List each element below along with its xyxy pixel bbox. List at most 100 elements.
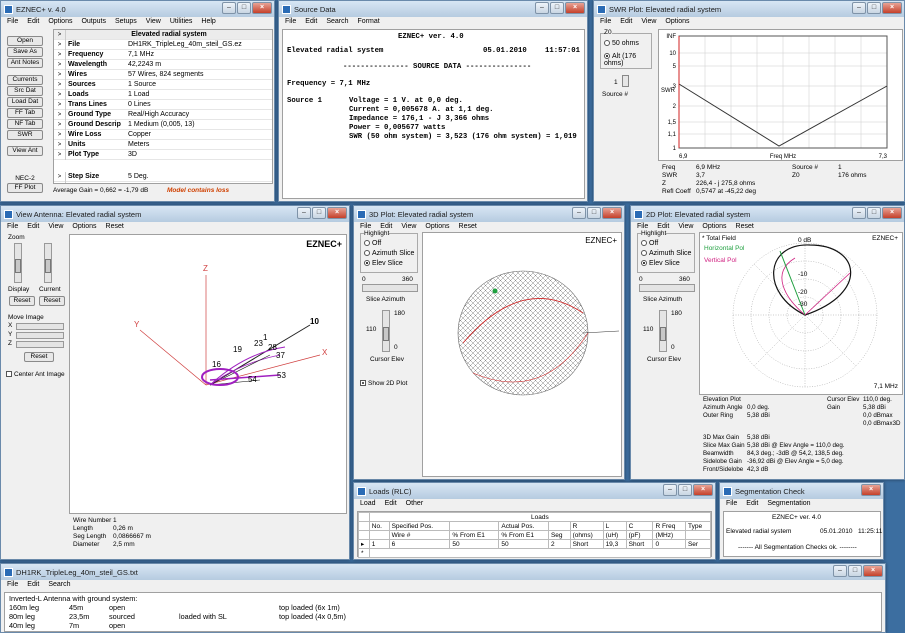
menu-view[interactable]: View	[678, 223, 693, 232]
close-button[interactable]: ×	[693, 484, 713, 496]
highlight-elev-option[interactable]: Elev Slice	[641, 260, 680, 267]
row-selector[interactable]: >	[54, 39, 66, 50]
loads-cell[interactable]: 2	[547, 539, 571, 549]
loads-cell[interactable]: 50	[498, 539, 549, 549]
nf-tab-button[interactable]: NF Tab	[7, 119, 43, 129]
slice-azimuth-slider[interactable]	[639, 284, 695, 292]
close-button[interactable]: ×	[861, 484, 881, 496]
menu-edit[interactable]: Edit	[27, 581, 39, 590]
row-selector[interactable]: >	[54, 139, 66, 150]
property-row[interactable]: > Ground Type Real/High Accuracy	[54, 109, 272, 120]
swr-button[interactable]: SWR	[7, 130, 43, 140]
menu-reset[interactable]: Reset	[736, 223, 754, 232]
loads-cell[interactable]: Short	[569, 539, 604, 549]
close-button[interactable]: ×	[863, 565, 883, 577]
display-reset-button[interactable]: Reset	[9, 296, 35, 306]
menu-search[interactable]: Search	[326, 18, 348, 27]
spin-icon[interactable]	[622, 75, 629, 87]
row-selector[interactable]: >	[54, 99, 66, 110]
maximize-button[interactable]: □	[237, 2, 251, 14]
loads-cell[interactable]: 1	[368, 539, 390, 549]
menu-file[interactable]: File	[7, 223, 18, 232]
property-row[interactable]: > Loads 1 Load	[54, 89, 272, 100]
loads-cell[interactable]: Ser	[684, 539, 712, 549]
highlight-off-option[interactable]: Off	[364, 240, 381, 247]
property-row[interactable]: >Ref Level0 dBi	[54, 181, 272, 183]
property-row[interactable]: > Step Size 5 Deg.	[54, 171, 272, 182]
save-as-button[interactable]: Save As	[7, 47, 43, 57]
src-dat-button[interactable]: Src Dat	[7, 86, 43, 96]
row-selector[interactable]: >	[54, 49, 66, 60]
menu-search[interactable]: Search	[48, 581, 70, 590]
row-selector[interactable]: >	[54, 119, 66, 130]
cursor-elev-slider[interactable]	[659, 310, 667, 352]
row-selector[interactable]: >	[54, 171, 66, 182]
close-button[interactable]: ×	[882, 207, 902, 219]
property-row[interactable]: > Frequency 7,1 MHz	[54, 49, 272, 60]
row-selector[interactable]: >	[54, 149, 66, 160]
x-move-slider[interactable]	[16, 323, 64, 330]
maximize-button[interactable]: □	[312, 207, 326, 219]
ant-notes-button[interactable]: Ant Notes	[7, 58, 43, 68]
source-number-value[interactable]: 1	[614, 79, 618, 86]
menu-edit[interactable]: Edit	[385, 500, 397, 509]
minimize-button[interactable]: –	[535, 2, 549, 14]
maximize-button[interactable]: □	[867, 207, 881, 219]
property-row[interactable]: > File DH1RK_TripleLeg_40m_steil_GS.ez	[54, 39, 272, 50]
menu-view[interactable]: View	[146, 18, 161, 27]
z0-alt-option[interactable]: Alt (176 ohms)	[604, 53, 652, 67]
minimize-button[interactable]: –	[852, 2, 866, 14]
antenna-canvas[interactable]: EZNEC+ Z Y X 10 19 23 28 37 1 16 54 53	[69, 234, 347, 514]
ff-tab-button[interactable]: FF Tab	[7, 108, 43, 118]
slice-azimuth-slider[interactable]	[362, 284, 418, 292]
minimize-button[interactable]: –	[572, 207, 586, 219]
close-button[interactable]: ×	[565, 2, 585, 14]
menu-edit[interactable]: Edit	[305, 18, 317, 27]
menu-options[interactable]: Options	[425, 223, 449, 232]
row-selector[interactable]: >	[54, 30, 66, 40]
menu-view[interactable]: View	[401, 223, 416, 232]
row-selector[interactable]: >	[54, 69, 66, 80]
menu-view[interactable]: View	[48, 223, 63, 232]
model-title[interactable]: Elevated radial system	[66, 31, 272, 38]
menu-file[interactable]: File	[726, 500, 737, 509]
current-reset-button[interactable]: Reset	[39, 296, 65, 306]
display-zoom-slider[interactable]	[14, 243, 22, 283]
menu-other[interactable]: Other	[406, 500, 424, 509]
z-move-slider[interactable]	[16, 341, 64, 348]
highlight-elev-option[interactable]: Elev Slice	[364, 260, 403, 267]
menu-load[interactable]: Load	[360, 500, 376, 509]
maximize-button[interactable]: □	[867, 2, 881, 14]
menu-file[interactable]: File	[7, 581, 18, 590]
menu-view[interactable]: View	[641, 18, 656, 27]
row-selector[interactable]: >	[54, 129, 66, 140]
currents-button[interactable]: Currents	[7, 75, 43, 85]
view-ant-button[interactable]: View Ant	[7, 146, 43, 156]
move-reset-button[interactable]: Reset	[24, 352, 54, 362]
property-row[interactable]: > Wires 57 Wires, 824 segments	[54, 69, 272, 80]
minimize-button[interactable]: –	[852, 207, 866, 219]
menu-setups[interactable]: Setups	[115, 18, 137, 27]
source-text[interactable]: EZNEC+ ver. 4.0 Elevated radial system 0…	[282, 29, 585, 199]
3d-canvas[interactable]: EZNEC+	[422, 232, 622, 477]
loads-cell[interactable]: 6	[388, 539, 451, 549]
menu-options[interactable]: Options	[702, 223, 726, 232]
show-2d-plot-checkbox[interactable]: Show 2D Plot	[360, 380, 407, 387]
open-button[interactable]: Open	[7, 36, 43, 46]
menu-reset[interactable]: Reset	[459, 223, 477, 232]
row-selector[interactable]: >	[54, 89, 66, 100]
minimize-button[interactable]: –	[663, 484, 677, 496]
property-row[interactable]: > Wire Loss Copper	[54, 129, 272, 140]
menu-segmentation[interactable]: Segmentation	[767, 500, 810, 509]
notes-text[interactable]: Inverted-L Antenna with ground system: 16…	[4, 592, 882, 632]
menu-edit[interactable]: Edit	[27, 18, 39, 27]
row-selector[interactable]: >	[54, 79, 66, 90]
loads-cell[interactable]: Short	[625, 539, 654, 549]
menu-file[interactable]: File	[285, 18, 296, 27]
property-row[interactable]: > Ground Descrip 1 Medium (0,005, 13)	[54, 119, 272, 130]
menu-format[interactable]: Format	[358, 18, 380, 27]
menu-options[interactable]: Options	[665, 18, 689, 27]
property-row[interactable]: > Units Meters	[54, 139, 272, 150]
minimize-button[interactable]: –	[297, 207, 311, 219]
property-row[interactable]: > Trans Lines 0 Lines	[54, 99, 272, 110]
